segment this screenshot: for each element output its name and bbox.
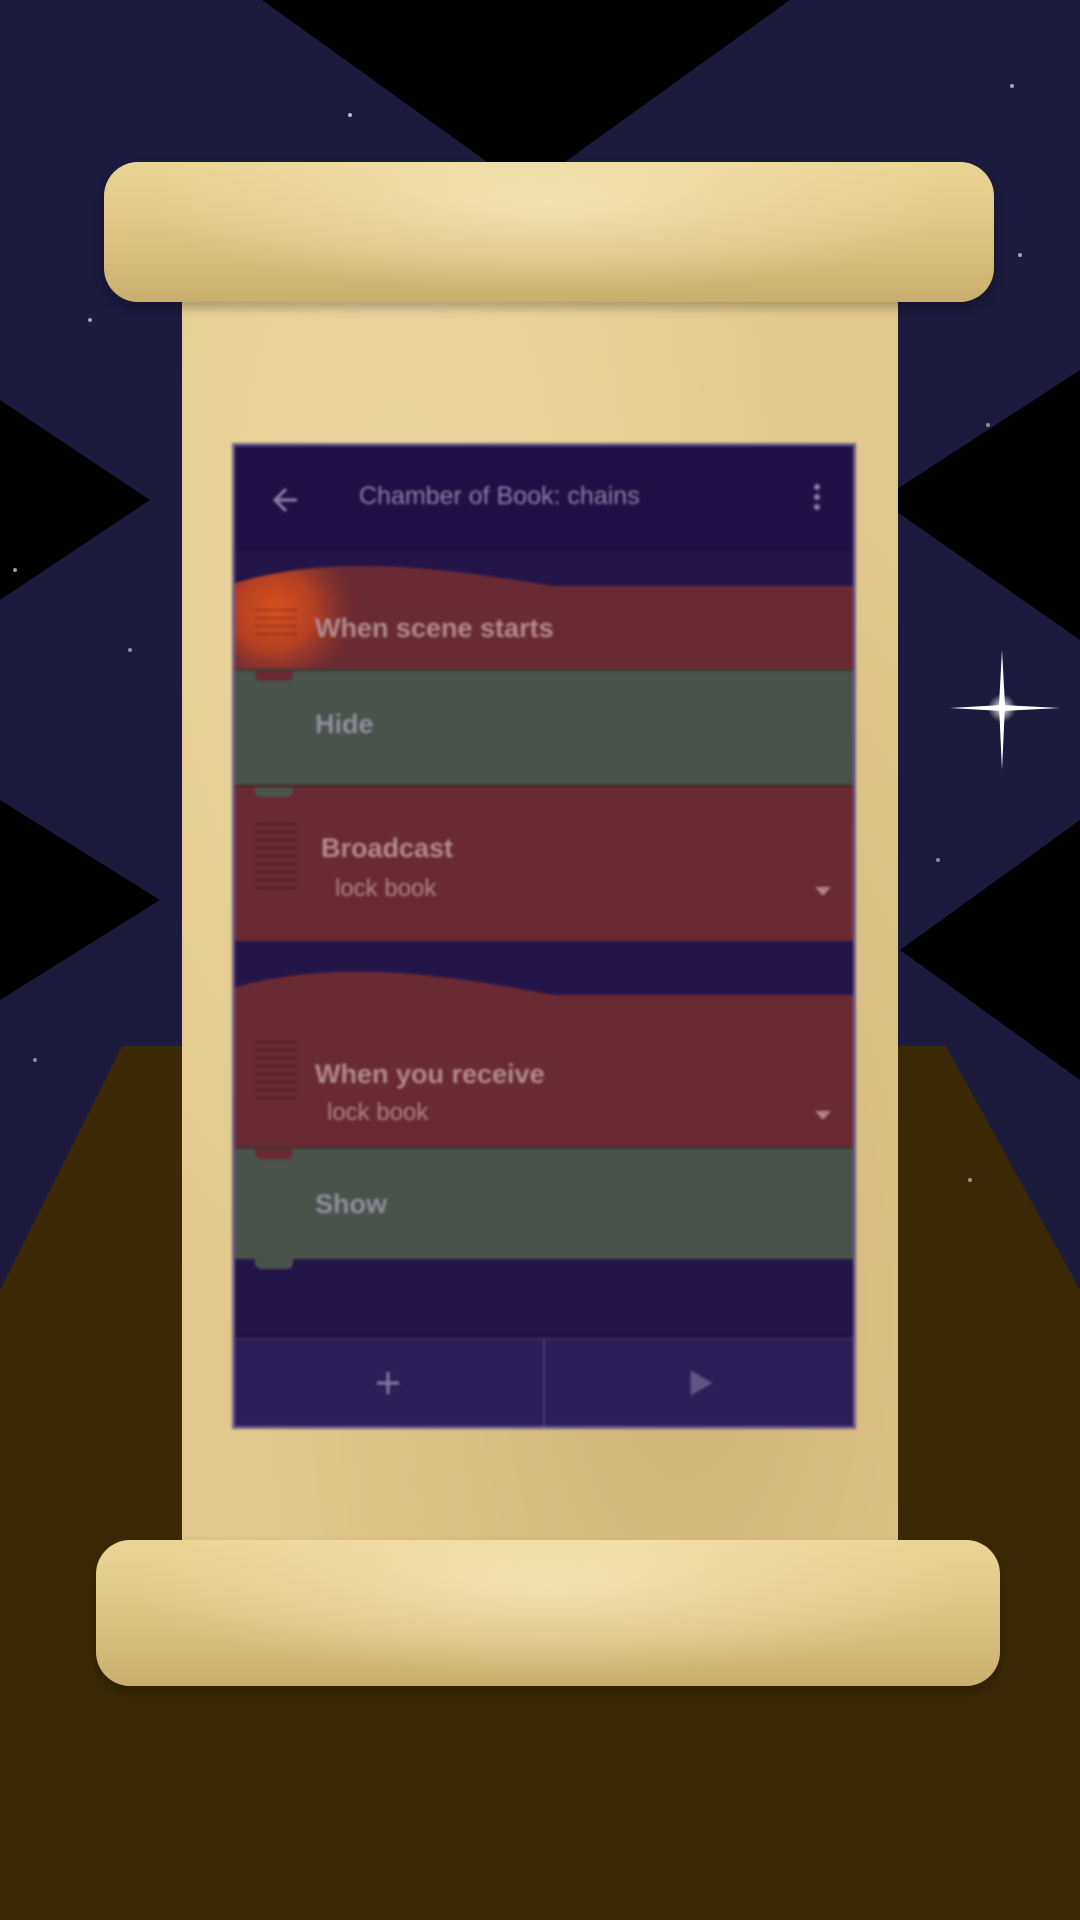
page-title: Chamber of Book: chains	[359, 482, 640, 510]
drag-handle[interactable]	[255, 1035, 297, 1105]
play-icon	[690, 1370, 713, 1396]
brick-connector	[255, 671, 293, 681]
script-canvas: When scene starts Hide Broadcast lock bo…	[235, 551, 853, 1334]
broadcast-brick[interactable]: Broadcast lock book	[235, 785, 853, 941]
broadcast-message-dropdown[interactable]: lock book	[335, 875, 436, 903]
show-brick[interactable]: Show	[235, 1147, 853, 1269]
brick-label: Broadcast	[321, 833, 454, 863]
when-you-receive-brick[interactable]: When you receive lock book	[235, 995, 853, 1147]
when-scene-starts-brick[interactable]: When scene starts	[235, 585, 853, 669]
add-brick-button[interactable]	[235, 1340, 543, 1426]
plus-icon	[376, 1371, 400, 1395]
sparkle-star	[950, 650, 1060, 770]
chevron-down-icon[interactable]	[815, 1111, 831, 1120]
bottom-bar	[235, 1338, 853, 1426]
scroll-top-roll	[104, 162, 994, 302]
scroll-bottom-roll	[96, 1540, 1000, 1686]
toolbar: Chamber of Book: chains	[235, 446, 853, 551]
brick-label: When scene starts	[315, 613, 554, 643]
drag-handle[interactable]	[255, 603, 297, 641]
app-screen: Chamber of Book: chains When scene start…	[232, 443, 856, 1429]
brick-label: Show	[315, 1189, 387, 1219]
arrow-left-icon[interactable]	[267, 482, 303, 518]
play-button[interactable]	[545, 1340, 853, 1426]
chevron-down-icon[interactable]	[815, 887, 831, 896]
brick-connector	[255, 787, 293, 797]
brick-connector	[255, 1149, 293, 1159]
brick-label: When you receive	[315, 1059, 545, 1089]
drag-handle[interactable]	[255, 817, 297, 895]
brick-connector	[255, 1259, 293, 1269]
hide-brick[interactable]: Hide	[235, 669, 853, 785]
more-vertical-icon[interactable]	[811, 480, 823, 520]
receive-message-dropdown[interactable]: lock book	[327, 1099, 428, 1127]
brick-label: Hide	[315, 709, 374, 739]
